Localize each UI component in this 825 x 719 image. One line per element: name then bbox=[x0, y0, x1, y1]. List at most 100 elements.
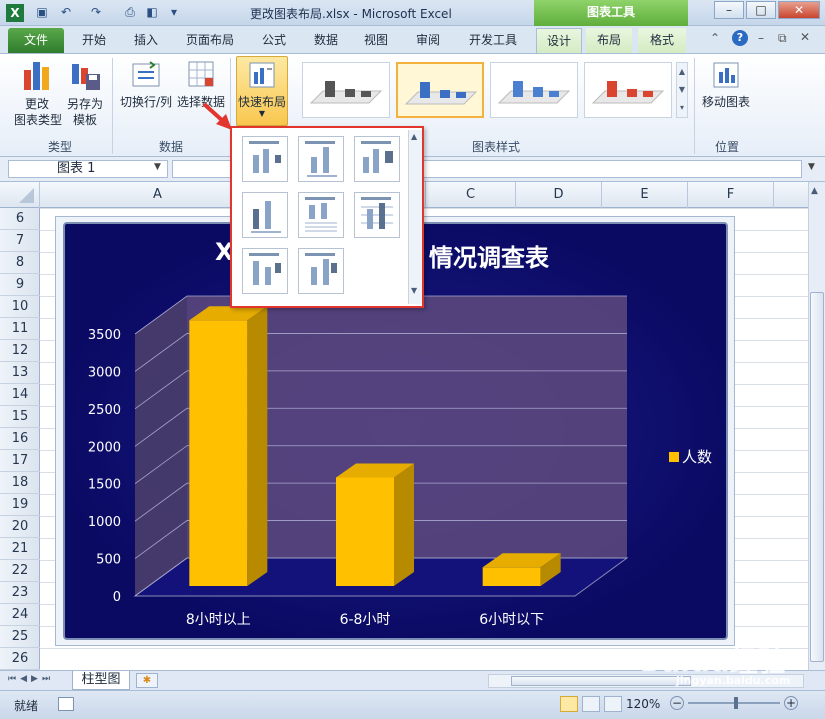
page-layout-view-icon[interactable] bbox=[582, 696, 600, 712]
legend-label[interactable]: 人数 bbox=[682, 448, 712, 466]
tab-page-layout[interactable]: 页面布局 bbox=[178, 28, 242, 53]
chart-style-2[interactable] bbox=[396, 62, 484, 118]
name-box[interactable]: 图表 1 bbox=[8, 160, 168, 178]
switch-row-column-button[interactable]: 切换行/列 bbox=[116, 58, 176, 110]
layout-option-1[interactable] bbox=[242, 136, 288, 182]
close-button[interactable]: ✕ bbox=[778, 1, 820, 19]
minimize-button[interactable]: – bbox=[714, 1, 744, 19]
row-header[interactable]: 20 bbox=[0, 516, 40, 538]
row-header[interactable]: 15 bbox=[0, 406, 40, 428]
quick-layout-gallery[interactable]: ▲ ▼ bbox=[230, 126, 424, 308]
save-as-template-button[interactable]: 另存为 模板 bbox=[62, 58, 108, 128]
row-header[interactable]: 19 bbox=[0, 494, 40, 516]
zoom-level[interactable]: 120% bbox=[626, 697, 660, 711]
insert-sheet-icon[interactable]: ✱ bbox=[136, 673, 158, 688]
layout-option-5[interactable] bbox=[298, 192, 344, 238]
maximize-button[interactable]: □ bbox=[746, 1, 776, 19]
normal-view-icon[interactable] bbox=[560, 696, 578, 712]
tab-data[interactable]: 数据 bbox=[304, 28, 348, 53]
tab-review[interactable]: 审阅 bbox=[406, 28, 450, 53]
sheet-tab-active[interactable]: 柱型图 bbox=[72, 671, 130, 690]
quick-layout-button[interactable]: 快速布局 ▼ bbox=[236, 56, 288, 126]
undo-icon[interactable]: ↶ bbox=[58, 4, 74, 20]
row-header[interactable]: 9 bbox=[0, 274, 40, 296]
row-header[interactable]: 17 bbox=[0, 450, 40, 472]
tab-design[interactable]: 设计 bbox=[536, 28, 582, 53]
layout-option-8[interactable] bbox=[298, 248, 344, 294]
row-header[interactable]: 22 bbox=[0, 560, 40, 582]
zoom-in-icon[interactable]: + bbox=[784, 696, 798, 710]
column-header-E[interactable]: E bbox=[602, 182, 688, 208]
tab-developer[interactable]: 开发工具 bbox=[460, 28, 526, 53]
scroll-up-icon[interactable]: ▲ bbox=[811, 186, 818, 196]
workbook-minimize-icon[interactable]: – bbox=[758, 31, 764, 45]
bar-front[interactable] bbox=[482, 567, 541, 586]
row-header[interactable]: 11 bbox=[0, 318, 40, 340]
print-preview-icon[interactable]: ◧ bbox=[144, 4, 160, 20]
tab-formulas[interactable]: 公式 bbox=[252, 28, 296, 53]
scroll-up-icon[interactable]: ▲ bbox=[411, 132, 417, 141]
column-header-C[interactable]: C bbox=[426, 182, 516, 208]
tab-format[interactable]: 格式 bbox=[638, 28, 686, 53]
column-header-D[interactable]: D bbox=[516, 182, 602, 208]
row-header[interactable]: 14 bbox=[0, 384, 40, 406]
group-label-location: 位置 bbox=[714, 140, 739, 154]
row-header[interactable]: 24 bbox=[0, 604, 40, 626]
row-header[interactable]: 18 bbox=[0, 472, 40, 494]
zoom-out-icon[interactable]: − bbox=[670, 696, 684, 710]
scroll-down-icon[interactable]: ▼ bbox=[411, 286, 417, 295]
workbook-restore-icon[interactable]: ⧉ bbox=[778, 31, 787, 46]
layout-option-7[interactable] bbox=[242, 248, 288, 294]
tab-file[interactable]: 文件 bbox=[8, 28, 64, 53]
row-header[interactable]: 26 bbox=[0, 648, 40, 670]
vertical-scrollbar[interactable]: ▲ bbox=[808, 182, 825, 670]
select-all-corner[interactable] bbox=[0, 182, 40, 208]
tab-view[interactable]: 视图 bbox=[356, 28, 396, 53]
workbook-close-icon[interactable]: ✕ bbox=[800, 30, 810, 44]
name-box-dropdown-icon[interactable]: ▼ bbox=[154, 162, 161, 172]
row-header[interactable]: 10 bbox=[0, 296, 40, 318]
expand-formula-icon[interactable]: ▼ bbox=[808, 162, 815, 172]
move-chart-button[interactable]: 移动图表 bbox=[700, 60, 752, 110]
ribbon-collapse-icon[interactable]: ⌃ bbox=[710, 31, 724, 45]
row-header[interactable]: 8 bbox=[0, 252, 40, 274]
row-header[interactable]: 23 bbox=[0, 582, 40, 604]
row-header[interactable]: 21 bbox=[0, 538, 40, 560]
row-header[interactable]: 13 bbox=[0, 362, 40, 384]
chart-styles-scroll[interactable]: ▲ ▼ ▾ bbox=[676, 62, 688, 118]
column-header-F[interactable]: F bbox=[688, 182, 774, 208]
row-header[interactable]: 16 bbox=[0, 428, 40, 450]
tab-home[interactable]: 开始 bbox=[72, 28, 116, 53]
customize-qat-icon[interactable]: ▾ bbox=[166, 4, 182, 20]
redo-icon[interactable]: ↷ bbox=[88, 4, 104, 20]
bar-front[interactable] bbox=[189, 320, 248, 586]
chart-style-1[interactable] bbox=[302, 62, 390, 118]
chart-style-4[interactable] bbox=[584, 62, 672, 118]
layout-option-3[interactable] bbox=[354, 136, 400, 182]
bar-front[interactable] bbox=[336, 477, 394, 586]
change-chart-type-button[interactable]: 更改 图表类型 bbox=[14, 58, 62, 128]
layout-option-2[interactable] bbox=[298, 136, 344, 182]
help-icon[interactable]: ? bbox=[732, 30, 748, 46]
layout-option-6[interactable] bbox=[354, 192, 400, 238]
tab-layout[interactable]: 布局 bbox=[586, 28, 632, 53]
row-header[interactable]: 25 bbox=[0, 626, 40, 648]
switch-row-column-label: 切换行/列 bbox=[119, 95, 173, 109]
print-icon[interactable]: ⎙ bbox=[122, 4, 138, 20]
bar-side[interactable] bbox=[247, 306, 268, 586]
zoom-slider-thumb[interactable] bbox=[734, 697, 738, 709]
save-icon[interactable]: ▣ bbox=[34, 4, 50, 20]
gallery-scrollbar[interactable]: ▲ ▼ bbox=[408, 130, 422, 304]
chart-style-3[interactable] bbox=[490, 62, 578, 118]
tab-insert[interactable]: 插入 bbox=[124, 28, 168, 53]
layout-option-4[interactable] bbox=[242, 192, 288, 238]
sheet-nav-icons[interactable]: ⏮◀▶⏭ bbox=[8, 674, 54, 684]
macro-record-icon[interactable] bbox=[58, 697, 74, 711]
y-tick-label: 500 bbox=[96, 553, 121, 568]
scroll-thumb[interactable] bbox=[810, 292, 824, 662]
page-break-view-icon[interactable] bbox=[604, 696, 622, 712]
bar-side[interactable] bbox=[394, 463, 414, 586]
row-header[interactable]: 7 bbox=[0, 230, 40, 252]
row-header[interactable]: 12 bbox=[0, 340, 40, 362]
row-header[interactable]: 6 bbox=[0, 208, 40, 230]
